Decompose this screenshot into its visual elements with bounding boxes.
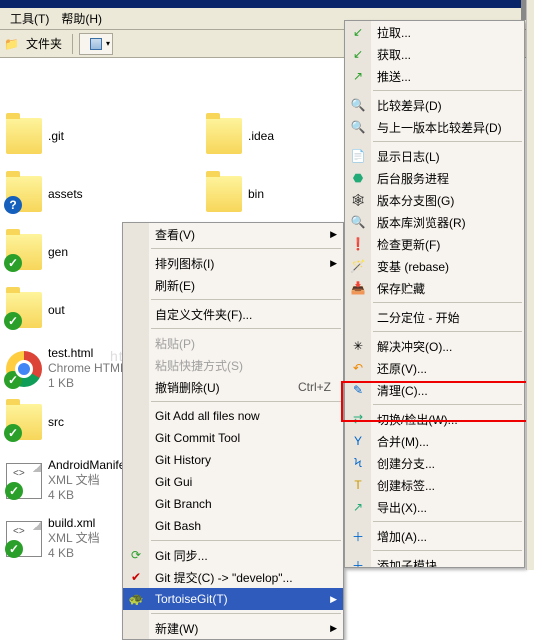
push-icon: ↗ bbox=[349, 67, 367, 85]
right-scrollbar[interactable] bbox=[526, 0, 534, 570]
folder-icon: 📁 bbox=[4, 37, 18, 51]
mi-diff[interactable]: 🔍比较差异(D) bbox=[345, 94, 524, 116]
mi-resolve[interactable]: ✳解决冲突(O)... bbox=[345, 335, 524, 357]
folder-idea[interactable]: .idea bbox=[206, 118, 274, 154]
mi-daemon[interactable]: ⬣后台服务进程 bbox=[345, 167, 524, 189]
mi-git-add-all[interactable]: Git Add all files now bbox=[123, 405, 343, 427]
mi-check-update[interactable]: ❗检查更新(F) bbox=[345, 233, 524, 255]
pull-icon: ↙ bbox=[349, 23, 367, 41]
mi-show-log[interactable]: 📄显示日志(L) bbox=[345, 145, 524, 167]
mi-new[interactable]: 新建(W)▶ bbox=[123, 617, 343, 639]
mi-clean[interactable]: ✎清理(C)... bbox=[345, 379, 524, 401]
mi-undo-delete[interactable]: 撤销删除(U)Ctrl+Z bbox=[123, 376, 343, 398]
mi-diff-prev[interactable]: 🔍与上一版本比较差异(D) bbox=[345, 116, 524, 138]
mi-switch-checkout[interactable]: ⇄切换/检出(W)... bbox=[345, 408, 524, 430]
folder-assets[interactable]: ?assets bbox=[6, 176, 83, 212]
folder-bin[interactable]: bin bbox=[206, 176, 264, 212]
rebase-icon: 🪄 bbox=[349, 257, 367, 275]
mi-git-sync[interactable]: ⟳Git 同步... bbox=[123, 544, 343, 566]
sync-icon: ⟳ bbox=[127, 546, 145, 564]
resolve-icon: ✳ bbox=[349, 337, 367, 355]
mi-sort-icons[interactable]: 排列图标(I)▶ bbox=[123, 252, 343, 274]
mi-paste: 粘贴(P) bbox=[123, 332, 343, 354]
repo-icon: 🔍 bbox=[349, 213, 367, 231]
mi-git-commit[interactable]: ✔Git 提交(C) -> "develop"... bbox=[123, 566, 343, 588]
mi-customize-folder[interactable]: 自定义文件夹(F)... bbox=[123, 303, 343, 325]
mi-view[interactable]: 查看(V)▶ bbox=[123, 223, 343, 245]
mi-repo-browser[interactable]: 🔍版本库浏览器(R) bbox=[345, 211, 524, 233]
mi-git-branch[interactable]: Git Branch bbox=[123, 493, 343, 515]
mi-rebase[interactable]: 🪄变基 (rebase) bbox=[345, 255, 524, 277]
graph-icon: 🕸 bbox=[349, 191, 367, 209]
view-mode-button[interactable] bbox=[79, 33, 113, 55]
mi-pull[interactable]: ↙拉取... bbox=[345, 21, 524, 43]
log-icon: 📄 bbox=[349, 147, 367, 165]
file-build-xml[interactable]: ✓ build.xmlXML 文档4 KB bbox=[6, 516, 100, 561]
folder-gen[interactable]: ✓gen bbox=[6, 234, 68, 270]
tortoisegit-submenu: ↙拉取... ↙获取... ↗推送... 🔍比较差异(D) 🔍与上一版本比较差异… bbox=[344, 20, 525, 568]
menu-help[interactable]: 帮助(H) bbox=[55, 7, 108, 30]
mi-stash[interactable]: 📥保存贮藏 bbox=[345, 277, 524, 299]
mi-git-commit-tool[interactable]: Git Commit Tool bbox=[123, 427, 343, 449]
mi-git-history[interactable]: Git History bbox=[123, 449, 343, 471]
mi-create-tag[interactable]: T创建标签... bbox=[345, 474, 524, 496]
mi-fetch[interactable]: ↙获取... bbox=[345, 43, 524, 65]
toolbar-folders-label[interactable]: 文件夹 bbox=[22, 35, 66, 52]
folder-out[interactable]: ✓out bbox=[6, 292, 65, 328]
mi-submodule[interactable]: ＋添加子模块... bbox=[345, 554, 524, 568]
mi-revert[interactable]: ↶还原(V)... bbox=[345, 357, 524, 379]
file-test-html[interactable]: ✓ test.htmlChrome HTML D1 KB bbox=[6, 346, 138, 391]
mi-merge[interactable]: Y合并(M)... bbox=[345, 430, 524, 452]
mi-git-bash[interactable]: Git Bash bbox=[123, 515, 343, 537]
mi-export[interactable]: ↗导出(X)... bbox=[345, 496, 524, 518]
export-icon: ↗ bbox=[349, 498, 367, 516]
mi-git-gui[interactable]: Git Gui bbox=[123, 471, 343, 493]
mi-refresh[interactable]: 刷新(E) bbox=[123, 274, 343, 296]
fetch-icon: ↙ bbox=[349, 45, 367, 63]
diff-icon: 🔍 bbox=[349, 118, 367, 136]
tag-icon: T bbox=[349, 476, 367, 494]
mi-revision-graph[interactable]: 🕸版本分支图(G) bbox=[345, 189, 524, 211]
revert-icon: ↶ bbox=[349, 359, 367, 377]
tortoise-icon: 🐢 bbox=[127, 590, 145, 608]
switch-icon: ⇄ bbox=[349, 410, 367, 428]
file-android-manifest[interactable]: ✓ AndroidManifesXML 文档4 KB bbox=[6, 458, 131, 503]
mi-push[interactable]: ↗推送... bbox=[345, 65, 524, 87]
merge-icon: Y bbox=[349, 432, 367, 450]
mi-create-branch[interactable]: Ϟ创建分支... bbox=[345, 452, 524, 474]
clean-icon: ✎ bbox=[349, 381, 367, 399]
stash-icon: 📥 bbox=[349, 279, 367, 297]
submodule-icon: ＋ bbox=[349, 556, 367, 568]
mi-paste-shortcut: 粘贴快捷方式(S) bbox=[123, 354, 343, 376]
add-icon: ＋ bbox=[349, 527, 367, 545]
mi-tortoisegit[interactable]: 🐢TortoiseGit(T)▶ bbox=[123, 588, 343, 610]
menu-tools[interactable]: 工具(T) bbox=[4, 7, 55, 30]
branch-icon: Ϟ bbox=[349, 454, 367, 472]
diff-icon: 🔍 bbox=[349, 96, 367, 114]
folder-git[interactable]: .git bbox=[6, 118, 64, 154]
mi-add[interactable]: ＋增加(A)... bbox=[345, 525, 524, 547]
check-icon: ❗ bbox=[349, 235, 367, 253]
daemon-icon: ⬣ bbox=[349, 169, 367, 187]
folder-src[interactable]: ✓src bbox=[6, 404, 64, 440]
commit-icon: ✔ bbox=[127, 568, 145, 586]
mi-bisect[interactable]: 二分定位 - 开始 bbox=[345, 306, 524, 328]
context-menu: 查看(V)▶ 排列图标(I)▶ 刷新(E) 自定义文件夹(F)... 粘贴(P)… bbox=[122, 222, 344, 640]
